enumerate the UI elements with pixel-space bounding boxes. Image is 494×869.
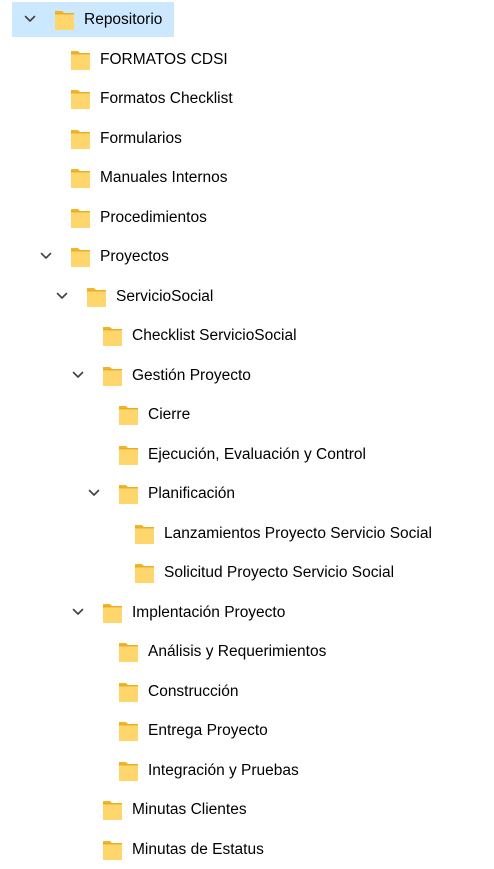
- folder-icon: [70, 245, 91, 269]
- tree-item[interactable]: Proyectos: [0, 237, 494, 276]
- tree-item[interactable]: Planificación: [0, 474, 494, 513]
- tree-item-label: FORMATOS CDSI: [100, 50, 228, 68]
- chevron-down-icon[interactable]: [40, 250, 52, 262]
- tree-item-label: Procedimientos: [100, 208, 207, 226]
- tree-item[interactable]: Solicitud Proyecto Servicio Social: [0, 553, 494, 592]
- chevron-down-icon[interactable]: [24, 13, 36, 25]
- tree-item[interactable]: Entrega Proyecto: [0, 711, 494, 750]
- folder-icon: [134, 522, 155, 546]
- tree-item-label: Repositorio: [84, 11, 163, 28]
- folder-icon: [118, 482, 139, 506]
- tree-item-label: Construcción: [148, 682, 239, 700]
- chevron-down-icon[interactable]: [88, 487, 100, 499]
- tree-item-label: Lanzamientos Proyecto Servicio Social: [164, 524, 432, 542]
- tree-item[interactable]: Construcción: [0, 672, 494, 711]
- tree-item[interactable]: Integración y Pruebas: [0, 751, 494, 790]
- tree-item[interactable]: Ejecución, Evaluación y Control: [0, 435, 494, 474]
- tree-item[interactable]: Procedimientos: [0, 198, 494, 237]
- tree-item-label: Formatos Checklist: [100, 90, 233, 107]
- tree-item[interactable]: Implentación Proyecto: [0, 593, 494, 632]
- tree-item[interactable]: Formularios: [0, 119, 494, 158]
- tree-item[interactable]: Formatos Checklist: [0, 79, 494, 118]
- folder-icon: [70, 87, 91, 111]
- tree-item[interactable]: Análisis y Requerimientos: [0, 632, 494, 671]
- folder-icon: [118, 640, 139, 664]
- tree-item-label: Análisis y Requerimientos: [148, 643, 327, 660]
- tree-item-label: Manuales Internos: [100, 169, 228, 186]
- folder-icon: [118, 403, 139, 427]
- folder-icon: [70, 206, 91, 230]
- folder-icon: [102, 601, 123, 625]
- folder-icon: [102, 324, 123, 348]
- folder-icon: [118, 680, 139, 704]
- folder-icon: [86, 285, 107, 309]
- tree-item-label: ServicioSocial: [116, 287, 214, 305]
- folder-icon: [118, 759, 139, 783]
- tree-item-label: Minutas de Estatus: [132, 840, 264, 858]
- tree-item-label: Cierre: [148, 406, 191, 423]
- folder-icon: [54, 8, 75, 32]
- folder-icon: [118, 443, 139, 467]
- tree-item-label: Checklist ServicioSocial: [132, 327, 297, 344]
- tree-item[interactable]: Checklist ServicioSocial: [0, 316, 494, 355]
- chevron-down-icon[interactable]: [72, 369, 84, 381]
- tree-item[interactable]: ServicioSocial: [0, 277, 494, 316]
- tree-item-label: Entrega Proyecto: [148, 722, 268, 739]
- folder-icon: [134, 561, 155, 585]
- folder-icon: [102, 364, 123, 388]
- tree-item[interactable]: Gestión Proyecto: [0, 356, 494, 395]
- tree-item-label: Planificación: [148, 485, 236, 502]
- tree-item[interactable]: Manuales Internos: [0, 158, 494, 197]
- tree-item-label: Proyectos: [100, 248, 169, 265]
- tree-item[interactable]: Repositorio: [0, 0, 494, 39]
- tree-item-label: Minutas Clientes: [132, 801, 247, 818]
- chevron-down-icon[interactable]: [56, 290, 68, 302]
- tree-item[interactable]: Lanzamientos Proyecto Servicio Social: [0, 514, 494, 553]
- tree-item[interactable]: Minutas Clientes: [0, 790, 494, 829]
- chevron-down-icon[interactable]: [72, 606, 84, 618]
- tree-item-label: Solicitud Proyecto Servicio Social: [164, 564, 395, 581]
- tree-item-label: Integración y Pruebas: [148, 761, 299, 779]
- folder-icon: [70, 127, 91, 151]
- folder-icon: [102, 838, 123, 862]
- tree-item-label: Ejecución, Evaluación y Control: [148, 445, 366, 463]
- folder-icon: [70, 48, 91, 72]
- folder-icon: [118, 719, 139, 743]
- folder-icon: [70, 166, 91, 190]
- tree-item-label: Implentación Proyecto: [132, 603, 286, 621]
- tree-item-label: Gestión Proyecto: [132, 366, 251, 384]
- folder-icon: [102, 798, 123, 822]
- tree-item-label: Formularios: [100, 129, 182, 147]
- tree-item[interactable]: FORMATOS CDSI: [0, 40, 494, 79]
- tree-item[interactable]: Cierre: [0, 395, 494, 434]
